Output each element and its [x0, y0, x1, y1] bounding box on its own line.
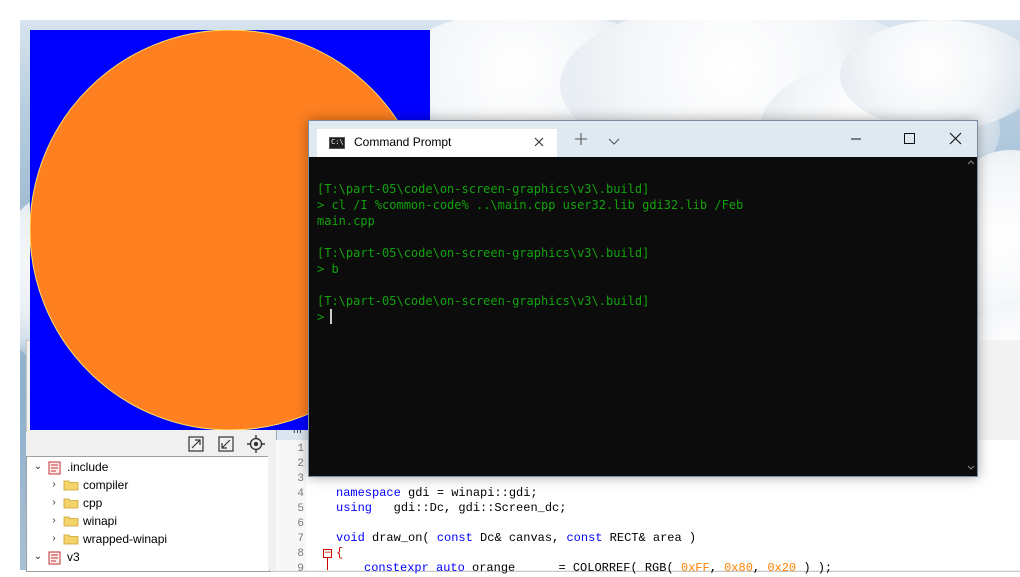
tree-item-label: compiler [83, 478, 129, 492]
project-tree: ⌄ .include › compiler › cpp › winapi › w… [26, 456, 270, 572]
line-number: 6 [297, 518, 304, 530]
close-button[interactable] [933, 125, 979, 153]
project-icon [47, 551, 63, 565]
folder-icon [63, 497, 79, 509]
project-icon [47, 461, 63, 475]
code-keyword: const [566, 531, 603, 545]
code-line-8: { [336, 546, 344, 560]
tree-item-label: .include [67, 460, 109, 474]
locate-icon[interactable] [246, 434, 266, 454]
terminal-line: main.cpp [317, 214, 375, 228]
chevron-right-icon[interactable]: › [49, 479, 59, 490]
tab-dropdown-button[interactable] [607, 133, 621, 145]
tree-item-label: v3 [67, 550, 80, 564]
terminal-line: [T:\part-05\code\on-screen-graphics\v3\.… [317, 294, 650, 308]
fold-line [327, 558, 328, 570]
minimize-icon [851, 138, 861, 140]
chevron-down-icon[interactable]: ⌄ [33, 551, 43, 562]
code-keyword: using [336, 501, 373, 515]
code-text: RECT& area ) [602, 531, 697, 545]
terminal-line: > b [317, 262, 339, 276]
code-text: gdi = winapi::gdi; [400, 486, 538, 500]
fold-toggle-icon[interactable]: − [323, 549, 332, 558]
chevron-right-icon[interactable]: › [49, 497, 59, 508]
close-tab-icon[interactable] [532, 134, 546, 148]
code-number: 0x80 [724, 561, 753, 575]
code-number: 0x20 [767, 561, 797, 575]
tree-item-v3[interactable]: ⌄ v3 [33, 548, 80, 566]
tree-item-compiler[interactable]: › compiler [49, 476, 128, 494]
chevron-right-icon[interactable]: › [49, 515, 59, 526]
terminal-output[interactable]: [T:\part-05\code\on-screen-graphics\v3\.… [309, 157, 965, 476]
folder-icon [63, 479, 79, 491]
new-tab-button[interactable] [573, 131, 589, 147]
chevron-down-icon[interactable]: ⌄ [33, 461, 43, 472]
terminal-scrollbar[interactable] [965, 157, 977, 476]
tab-command-prompt[interactable]: C:\ Command Prompt [317, 129, 557, 157]
tree-item-label: winapi [83, 514, 118, 528]
code-text: draw_on( [364, 531, 437, 545]
line-number: 8 [297, 548, 304, 560]
cmd-icon: C:\ [329, 137, 345, 149]
terminal-line: [T:\part-05\code\on-screen-graphics\v3\.… [317, 182, 650, 196]
tree-item-include[interactable]: ⌄ .include [33, 458, 108, 476]
minimize-button[interactable] [833, 125, 879, 153]
code-text: orange = COLORREF( RGB( [464, 561, 681, 575]
terminal-line: > cl /I %common-code% ..\main.cpp user32… [317, 198, 744, 212]
maximize-icon [904, 133, 915, 144]
folder-icon [63, 533, 79, 545]
line-number: 7 [297, 533, 304, 545]
code-line-7: void draw_on( const Dc& canvas, const RE… [336, 530, 696, 546]
folder-icon [63, 515, 79, 527]
text-cursor [330, 309, 332, 324]
chevron-right-icon[interactable]: › [49, 533, 59, 544]
code-text: , [752, 561, 768, 575]
tree-item-winapi[interactable]: › winapi [49, 512, 117, 530]
screen-top-edge [0, 0, 1020, 20]
code-text: Dc& canvas, [472, 531, 567, 545]
code-line-5: using gdi::Dc, gdi::Screen_dc; [336, 500, 566, 516]
line-number: 5 [297, 503, 304, 515]
tree-item-label: wrapped-winapi [83, 532, 168, 546]
tree-item-wrapped-winapi[interactable]: › wrapped-winapi [49, 530, 167, 548]
terminal-prompt: > [317, 310, 325, 324]
code-line-9: constexpr auto orange = COLORREF( RGB( 0… [364, 560, 832, 576]
maximize-button[interactable] [887, 125, 933, 153]
tree-scrollbar[interactable] [268, 456, 276, 570]
terminal-line: [T:\part-05\code\on-screen-graphics\v3\.… [317, 246, 650, 260]
screen-left-edge [0, 0, 20, 570]
plus-icon [575, 133, 587, 145]
code-keyword: void [336, 531, 365, 545]
code-keyword: constexpr auto [364, 561, 465, 575]
tab-title: Command Prompt [354, 135, 452, 149]
line-number: 1 [297, 443, 304, 455]
line-number: 2 [297, 458, 304, 470]
code-text: , [709, 561, 725, 575]
code-text: ) ); [796, 561, 833, 575]
code-number: 0xFF [680, 561, 710, 575]
tree-item-label: cpp [83, 496, 103, 510]
expand-icon[interactable] [186, 434, 206, 454]
line-number: 3 [297, 473, 304, 485]
collapse-icon[interactable] [216, 434, 236, 454]
close-icon [949, 132, 962, 145]
line-number: 4 [297, 488, 304, 500]
scroll-arrows-icon [967, 160, 975, 470]
code-text: gdi::Dc, gdi::Screen_dc; [372, 501, 567, 515]
tree-item-cpp[interactable]: › cpp [49, 494, 102, 512]
code-keyword: const [436, 531, 473, 545]
command-prompt-window: C:\ Command Prompt [T:\part-05\code\on-s… [308, 120, 978, 477]
code-keyword: namespace [336, 486, 401, 500]
project-tree-toolbar [26, 432, 274, 456]
chevron-down-icon [608, 138, 620, 145]
code-line-4: namespace gdi = winapi::gdi; [336, 485, 538, 501]
